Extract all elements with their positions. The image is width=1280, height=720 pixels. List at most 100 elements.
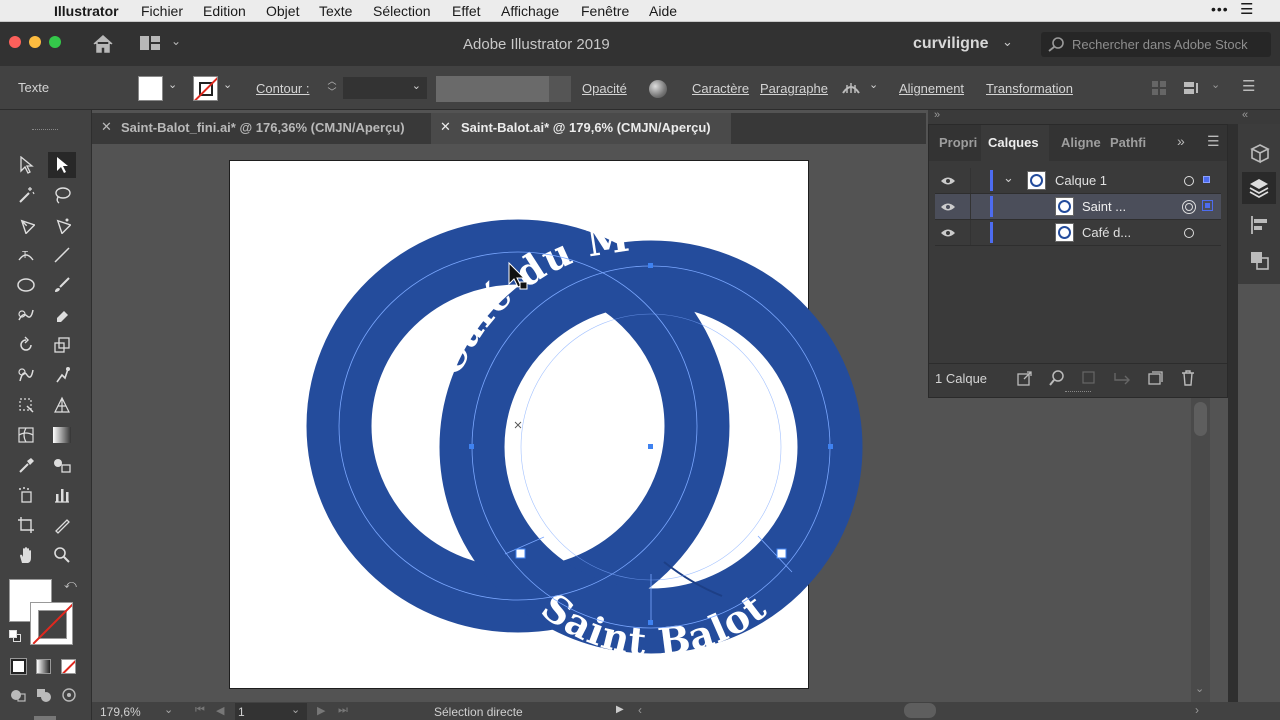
gradient-mode-icon[interactable] (36, 659, 51, 674)
object-name[interactable]: Saint ... (1082, 199, 1126, 214)
mesh-tool-icon[interactable] (12, 422, 40, 448)
delete-layer-icon[interactable] (1180, 369, 1196, 386)
recolor-globe-icon[interactable] (649, 80, 667, 98)
more-menu-icon[interactable]: ••• (1211, 1, 1229, 17)
workspace-chevron-icon[interactable]: ⌄ (1002, 34, 1013, 50)
panel-menu-icon[interactable]: ☰ (1207, 133, 1220, 150)
fill-dropdown-icon[interactable]: ⌄ (168, 78, 177, 91)
tab-calques[interactable]: Calques (981, 125, 1049, 161)
menu-fenetre[interactable]: Fenêtre (581, 3, 629, 19)
eyedropper-tool-icon[interactable] (12, 452, 40, 478)
lasso-tool-icon[interactable] (48, 182, 76, 208)
menu-selection[interactable]: Sélection (373, 3, 431, 19)
visibility-eye-icon[interactable] (940, 228, 956, 238)
arrange-icon[interactable] (1183, 80, 1201, 96)
layers-dock-button[interactable] (1242, 172, 1276, 204)
menu-fichier[interactable]: Fichier (141, 3, 183, 19)
contour-link[interactable]: Contour : (256, 81, 309, 96)
selection-indicator[interactable] (1202, 200, 1213, 211)
magic-wand-tool-icon[interactable] (12, 182, 40, 208)
visibility-eye-icon[interactable] (940, 202, 956, 212)
zoom-chevron-icon[interactable]: ⌄ (164, 703, 173, 716)
scroll-left-icon[interactable]: ‹ (638, 703, 642, 717)
pathfinder-icon[interactable] (1249, 250, 1271, 272)
workspace-layout-icon[interactable] (140, 36, 162, 52)
selection-indicator[interactable] (1203, 176, 1210, 183)
vertical-scroll-thumb[interactable] (1194, 402, 1207, 436)
rotate-tool-icon[interactable] (12, 332, 40, 358)
list-menu-icon[interactable]: ☰ (1240, 0, 1253, 18)
tab-saint-balot-fini[interactable]: ✕ Saint-Balot_fini.ai* @ 176,36% (CMJN/A… (92, 113, 431, 144)
alignement-link[interactable]: Alignement (899, 81, 964, 96)
scroll-right-icon[interactable]: › (1195, 703, 1199, 717)
menu-app-name[interactable]: Illustrator (54, 3, 119, 19)
eraser-tool-icon[interactable] (48, 302, 76, 328)
slice-tool-icon[interactable] (48, 512, 76, 538)
tab-close-icon[interactable]: ✕ (440, 119, 451, 135)
column-graph-tool-icon[interactable] (48, 482, 76, 508)
style-dropdown[interactable] (549, 76, 571, 102)
type-on-path-tool-icon[interactable]: T (12, 242, 40, 268)
stroke-weight-stepper[interactable]: ︿ ﹀ (323, 76, 341, 100)
screen-mode-icon[interactable] (34, 716, 56, 720)
swap-fill-stroke-icon[interactable]: ⤺ (64, 577, 77, 592)
new-layer-icon[interactable] (1147, 370, 1163, 386)
close-window-icon[interactable] (9, 36, 21, 48)
current-tool-name[interactable]: Sélection directe (434, 705, 523, 719)
libraries-icon[interactable] (1248, 142, 1272, 166)
scale-tool-icon[interactable] (48, 332, 76, 358)
draw-normal-icon[interactable] (9, 687, 27, 703)
symbol-sprayer-tool-icon[interactable] (12, 482, 40, 508)
last-artboard-icon[interactable]: ⏭ (338, 704, 348, 717)
stroke-dropdown-icon[interactable]: ⌄ (223, 78, 232, 91)
minimize-window-icon[interactable] (29, 36, 41, 48)
export-asset-icon[interactable] (1017, 370, 1033, 386)
stroke-weight-input[interactable]: ⌄ (343, 77, 427, 99)
menu-texte[interactable]: Texte (319, 3, 352, 19)
visibility-eye-icon[interactable] (940, 176, 956, 186)
curvature-tool-icon[interactable] (48, 212, 76, 238)
text-on-path-icon[interactable] (841, 79, 861, 97)
tab-pathfinder[interactable]: Pathfi (1110, 125, 1150, 161)
grid-icon[interactable] (1151, 80, 1167, 96)
transformation-link[interactable]: Transformation (986, 81, 1073, 96)
status-menu-arrow-icon[interactable]: ▶ (616, 704, 624, 715)
text-path-chevron-icon[interactable]: ⌄ (869, 78, 878, 91)
ellipse-tool-icon[interactable] (12, 272, 40, 298)
align-icon[interactable] (1249, 214, 1271, 236)
layer-row-calque-1[interactable]: ⌄ Calque 1 (935, 168, 1221, 194)
tab-saint-balot[interactable]: ✕ Saint-Balot.ai* @ 179,6% (CMJN/Aperçu) (431, 113, 731, 144)
zoom-window-icon[interactable] (49, 36, 61, 48)
draw-behind-icon[interactable] (35, 687, 53, 703)
line-tool-icon[interactable] (48, 242, 76, 268)
artboard-number-input[interactable]: 1 ⌄ (235, 703, 307, 720)
target-circle-selected-icon[interactable] (1182, 200, 1196, 214)
warp-tool-icon[interactable] (12, 362, 40, 388)
next-artboard-icon[interactable]: ▶ (317, 704, 325, 717)
target-circle-icon[interactable] (1184, 176, 1194, 186)
layer-row-cafe[interactable]: Café d... (935, 220, 1221, 246)
menu-effet[interactable]: Effet (452, 3, 481, 19)
selection-tool-icon[interactable] (12, 152, 40, 178)
color-mode-icon[interactable] (10, 658, 27, 675)
chevron-down-icon[interactable]: ⌄ (171, 34, 181, 48)
layer-name[interactable]: Calque 1 (1055, 173, 1107, 188)
style-field[interactable] (436, 76, 549, 102)
puppet-warp-tool-icon[interactable] (48, 362, 76, 388)
pen-tool-icon[interactable] (12, 212, 40, 238)
tab-alignement[interactable]: Aligne (1061, 125, 1103, 161)
hand-tool-icon[interactable] (12, 542, 40, 568)
menu-objet[interactable]: Objet (266, 3, 299, 19)
new-sublayer-icon[interactable] (1113, 370, 1131, 386)
fill-swatch[interactable] (138, 76, 163, 101)
collapse-dock-icon[interactable]: « (1242, 109, 1248, 121)
free-transform-tool-icon[interactable] (12, 392, 40, 418)
stock-search-input[interactable]: Rechercher dans Adobe Stock (1041, 32, 1271, 57)
stroke-swatch[interactable] (193, 76, 218, 101)
shaper-tool-icon[interactable] (12, 302, 40, 328)
tab-proprietes[interactable]: Propri (939, 125, 979, 161)
zoom-tool-icon[interactable] (48, 542, 76, 568)
expand-panels-icon[interactable]: » (934, 109, 940, 121)
horizontal-scroll-thumb[interactable] (904, 703, 936, 718)
opacite-link[interactable]: Opacité (582, 81, 627, 96)
